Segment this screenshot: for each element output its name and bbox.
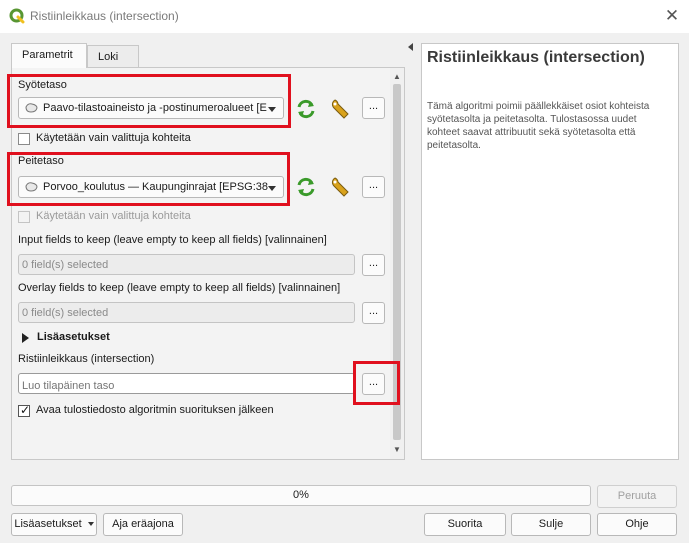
overlay-fields-label: Overlay fields to keep (leave empty to k… (18, 282, 341, 294)
progress-bar: 0% (11, 485, 591, 506)
input-selected-only-label: Käytetään vain valittuja kohteita (36, 132, 191, 144)
open-output-checkbox[interactable]: ✓ (18, 403, 31, 417)
overlay-selected-only-checkbox[interactable] (18, 211, 30, 223)
output-input[interactable] (18, 373, 355, 394)
close-button[interactable]: Sulje (511, 513, 591, 536)
wrench-icon[interactable] (329, 97, 353, 121)
scroll-down-icon[interactable]: ▼ (390, 443, 404, 457)
input-fields-label: Input fields to keep (leave empty to kee… (18, 234, 327, 246)
wrench-icon[interactable] (329, 175, 353, 199)
overlay-layer-browse-button[interactable]: ... (362, 176, 385, 198)
input-fields-browse-button[interactable]: ... (362, 254, 385, 276)
input-fields-value: 0 field(s) selected (18, 254, 355, 275)
title-bar: Ristiinleikkaus (intersection) ✕ (0, 0, 689, 33)
run-button[interactable]: Suorita (424, 513, 506, 536)
window-title: Ristiinleikkaus (intersection) (30, 9, 179, 23)
open-output-label: Avaa tulostiedosto algoritmin suoritukse… (36, 404, 274, 416)
help-title: Ristiinleikkaus (intersection) (427, 49, 645, 66)
collapse-help-icon[interactable] (408, 43, 413, 51)
highlight-box-overlay-layer (7, 152, 290, 206)
help-body: Tämä algoritmi poimii päällekkäiset osio… (427, 101, 650, 151)
advanced-settings-toggle[interactable]: Lisäasetukset (37, 331, 110, 343)
input-selected-only-checkbox[interactable] (18, 133, 30, 145)
highlight-box-input-layer (7, 74, 291, 128)
expand-arrow-icon[interactable] (22, 333, 29, 343)
overlay-selected-only-label: Käytetään vain valittuja kohteita (36, 210, 191, 222)
tab-parametrit[interactable]: Parametrit (11, 43, 87, 68)
iterate-icon[interactable] (294, 175, 318, 199)
scroll-up-icon[interactable]: ▲ (390, 70, 404, 84)
close-icon[interactable]: ✕ (661, 5, 683, 27)
tab-loki[interactable]: Loki (87, 45, 139, 67)
help-button[interactable]: Ohje (597, 513, 677, 536)
cancel-button[interactable]: Peruuta (597, 485, 677, 508)
qgis-icon (9, 8, 25, 24)
iterate-icon[interactable] (294, 97, 318, 121)
help-panel: Ristiinleikkaus (intersection) Tämä algo… (421, 43, 679, 460)
progress-label: 0% (293, 489, 309, 501)
batch-button[interactable]: Aja eräajona (103, 513, 183, 536)
overlay-fields-browse-button[interactable]: ... (362, 302, 385, 324)
overlay-fields-value: 0 field(s) selected (18, 302, 355, 323)
chevron-down-icon (87, 522, 94, 527)
input-layer-browse-button[interactable]: ... (362, 97, 385, 119)
output-label: Ristiinleikkaus (intersection) (18, 353, 155, 365)
checkmark-icon: ✓ (20, 403, 31, 417)
advanced-button-label: Lisäasetukset (14, 518, 82, 530)
highlight-box-output-button (353, 361, 400, 405)
advanced-dropdown-button[interactable]: Lisäasetukset (11, 513, 97, 536)
